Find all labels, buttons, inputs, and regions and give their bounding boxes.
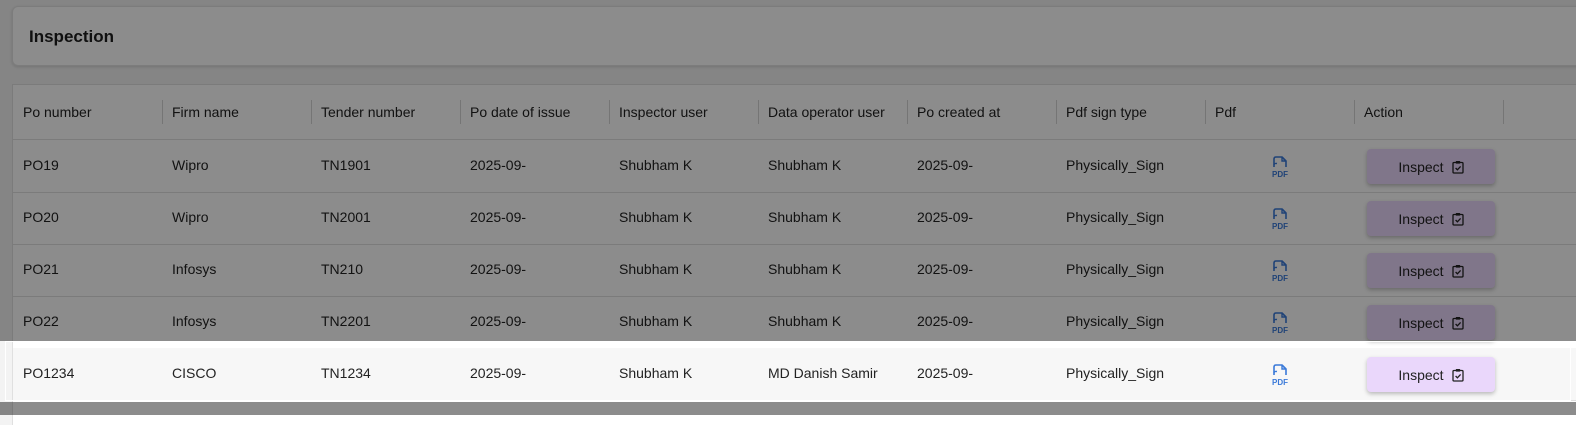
- cell-data-operator-user: Shubham K: [768, 313, 842, 329]
- cell-pdf-sign-type: Physically_Sign: [1066, 365, 1165, 381]
- cell-firm-name: Wipro: [172, 157, 209, 173]
- column-header-tender-number[interactable]: Tender number: [311, 85, 460, 139]
- inspect-button[interactable]: Inspect: [1367, 357, 1495, 392]
- pdf-file-icon[interactable]: PDF: [1269, 259, 1291, 283]
- cell-tender-number: TN210: [321, 261, 364, 277]
- cell-po-number: PO20: [23, 209, 59, 225]
- cell-pdf-sign-type: Physically_Sign: [1066, 261, 1165, 277]
- cell-po-created-at: 2025-09-: [917, 313, 974, 329]
- inspect-button-label: Inspect: [1398, 210, 1444, 227]
- cell-po-date-of-issue: 2025-09-: [470, 209, 527, 225]
- cell-tender-number: TN1234: [321, 365, 371, 381]
- column-separator[interactable]: [1503, 100, 1504, 124]
- pdf-file-icon[interactable]: PDF: [1269, 207, 1291, 231]
- cell-inspector-user: Shubham K: [619, 313, 693, 329]
- column-header-po-created-at[interactable]: Po created at: [907, 85, 1056, 139]
- cell-po-date-of-issue: 2025-09-: [470, 261, 527, 277]
- cell-data-operator-user: Shubham K: [768, 157, 842, 173]
- table-row[interactable]: PO22 Infosys TN2201 2025-09- Shubham K S…: [13, 296, 1576, 349]
- clipboard-check-icon: [1451, 368, 1464, 382]
- table-row[interactable]: PO1234 CISCO TN1234 2025-09- Shubham K M…: [13, 348, 1576, 401]
- cell-data-operator-user: MD Danish Samir: [768, 365, 878, 381]
- cell-firm-name: Wipro: [172, 209, 209, 225]
- cell-po-number: PO21: [23, 261, 59, 277]
- pdf-file-icon[interactable]: PDF: [1269, 363, 1291, 387]
- svg-text:PDF: PDF: [1272, 326, 1288, 335]
- cell-pdf-sign-type: Physically_Sign: [1066, 209, 1165, 225]
- cell-po-number: PO1234: [23, 365, 75, 381]
- svg-text:PDF: PDF: [1272, 274, 1288, 283]
- inspection-table: Po number Firm name Tender number Po dat…: [12, 84, 1576, 425]
- inspect-button-label: Inspect: [1398, 314, 1444, 331]
- column-header-po-number[interactable]: Po number: [13, 85, 162, 139]
- cell-pdf-sign-type: Physically_Sign: [1066, 157, 1165, 173]
- inspect-button-label: Inspect: [1398, 366, 1444, 383]
- cell-inspector-user: Shubham K: [619, 261, 693, 277]
- cell-inspector-user: Shubham K: [619, 365, 693, 381]
- table-row[interactable]: PO21 Infosys TN210 2025-09- Shubham K Sh…: [13, 244, 1576, 297]
- cell-firm-name: Infosys: [172, 261, 217, 277]
- cell-inspector-user: Shubham K: [619, 209, 693, 225]
- cell-po-number: PO22: [23, 313, 59, 329]
- page-title: Inspection: [29, 27, 115, 46]
- cell-data-operator-user: Shubham K: [768, 209, 842, 225]
- cell-po-date-of-issue: 2025-09-: [470, 157, 527, 173]
- column-header-firm-name[interactable]: Firm name: [162, 85, 311, 139]
- inspect-button-label: Inspect: [1398, 262, 1444, 279]
- table-header-row: Po number Firm name Tender number Po dat…: [13, 85, 1576, 140]
- cell-firm-name: Infosys: [172, 313, 217, 329]
- cell-firm-name: CISCO: [172, 365, 217, 381]
- clipboard-check-icon: [1451, 160, 1464, 174]
- cell-po-created-at: 2025-09-: [917, 365, 974, 381]
- inspect-button[interactable]: Inspect: [1367, 305, 1495, 340]
- column-header-pdf-sign-type[interactable]: Pdf sign type: [1056, 85, 1205, 139]
- pdf-file-icon[interactable]: PDF: [1269, 311, 1291, 335]
- clipboard-check-icon: [1451, 316, 1464, 330]
- svg-text:PDF: PDF: [1272, 170, 1288, 179]
- inspect-button[interactable]: Inspect: [1367, 149, 1495, 184]
- cell-pdf-sign-type: Physically_Sign: [1066, 313, 1165, 329]
- cell-po-number: PO19: [23, 157, 59, 173]
- page-header-card: Inspection: [12, 6, 1576, 66]
- clipboard-check-icon: [1451, 264, 1464, 278]
- cell-po-date-of-issue: 2025-09-: [470, 365, 527, 381]
- table-row[interactable]: PO20 Wipro TN2001 2025-09- Shubham K Shu…: [13, 192, 1576, 245]
- cell-po-created-at: 2025-09-: [917, 261, 974, 277]
- cell-tender-number: TN1901: [321, 157, 371, 173]
- table-row[interactable]: PO19 Wipro TN1901 2025-09- Shubham K Shu…: [13, 140, 1576, 193]
- column-header-action[interactable]: Action: [1354, 85, 1503, 139]
- svg-text:PDF: PDF: [1272, 378, 1288, 387]
- column-header-po-date-of-issue[interactable]: Po date of issue: [460, 85, 609, 139]
- cell-tender-number: TN2201: [321, 313, 371, 329]
- column-header-pdf[interactable]: Pdf: [1205, 85, 1354, 139]
- column-header-data-operator-user[interactable]: Data operator user: [758, 85, 907, 139]
- column-header-inspector-user[interactable]: Inspector user: [609, 85, 758, 139]
- cell-data-operator-user: Shubham K: [768, 261, 842, 277]
- inspect-button[interactable]: Inspect: [1367, 253, 1495, 288]
- pdf-file-icon[interactable]: PDF: [1269, 155, 1291, 179]
- cell-po-created-at: 2025-09-: [917, 157, 974, 173]
- clipboard-check-icon: [1451, 212, 1464, 226]
- inspect-button-label: Inspect: [1398, 158, 1444, 175]
- cell-inspector-user: Shubham K: [619, 157, 693, 173]
- cell-po-date-of-issue: 2025-09-: [470, 313, 527, 329]
- inspect-button[interactable]: Inspect: [1367, 201, 1495, 236]
- cell-tender-number: TN2001: [321, 209, 371, 225]
- cell-po-created-at: 2025-09-: [917, 209, 974, 225]
- svg-text:PDF: PDF: [1272, 222, 1288, 231]
